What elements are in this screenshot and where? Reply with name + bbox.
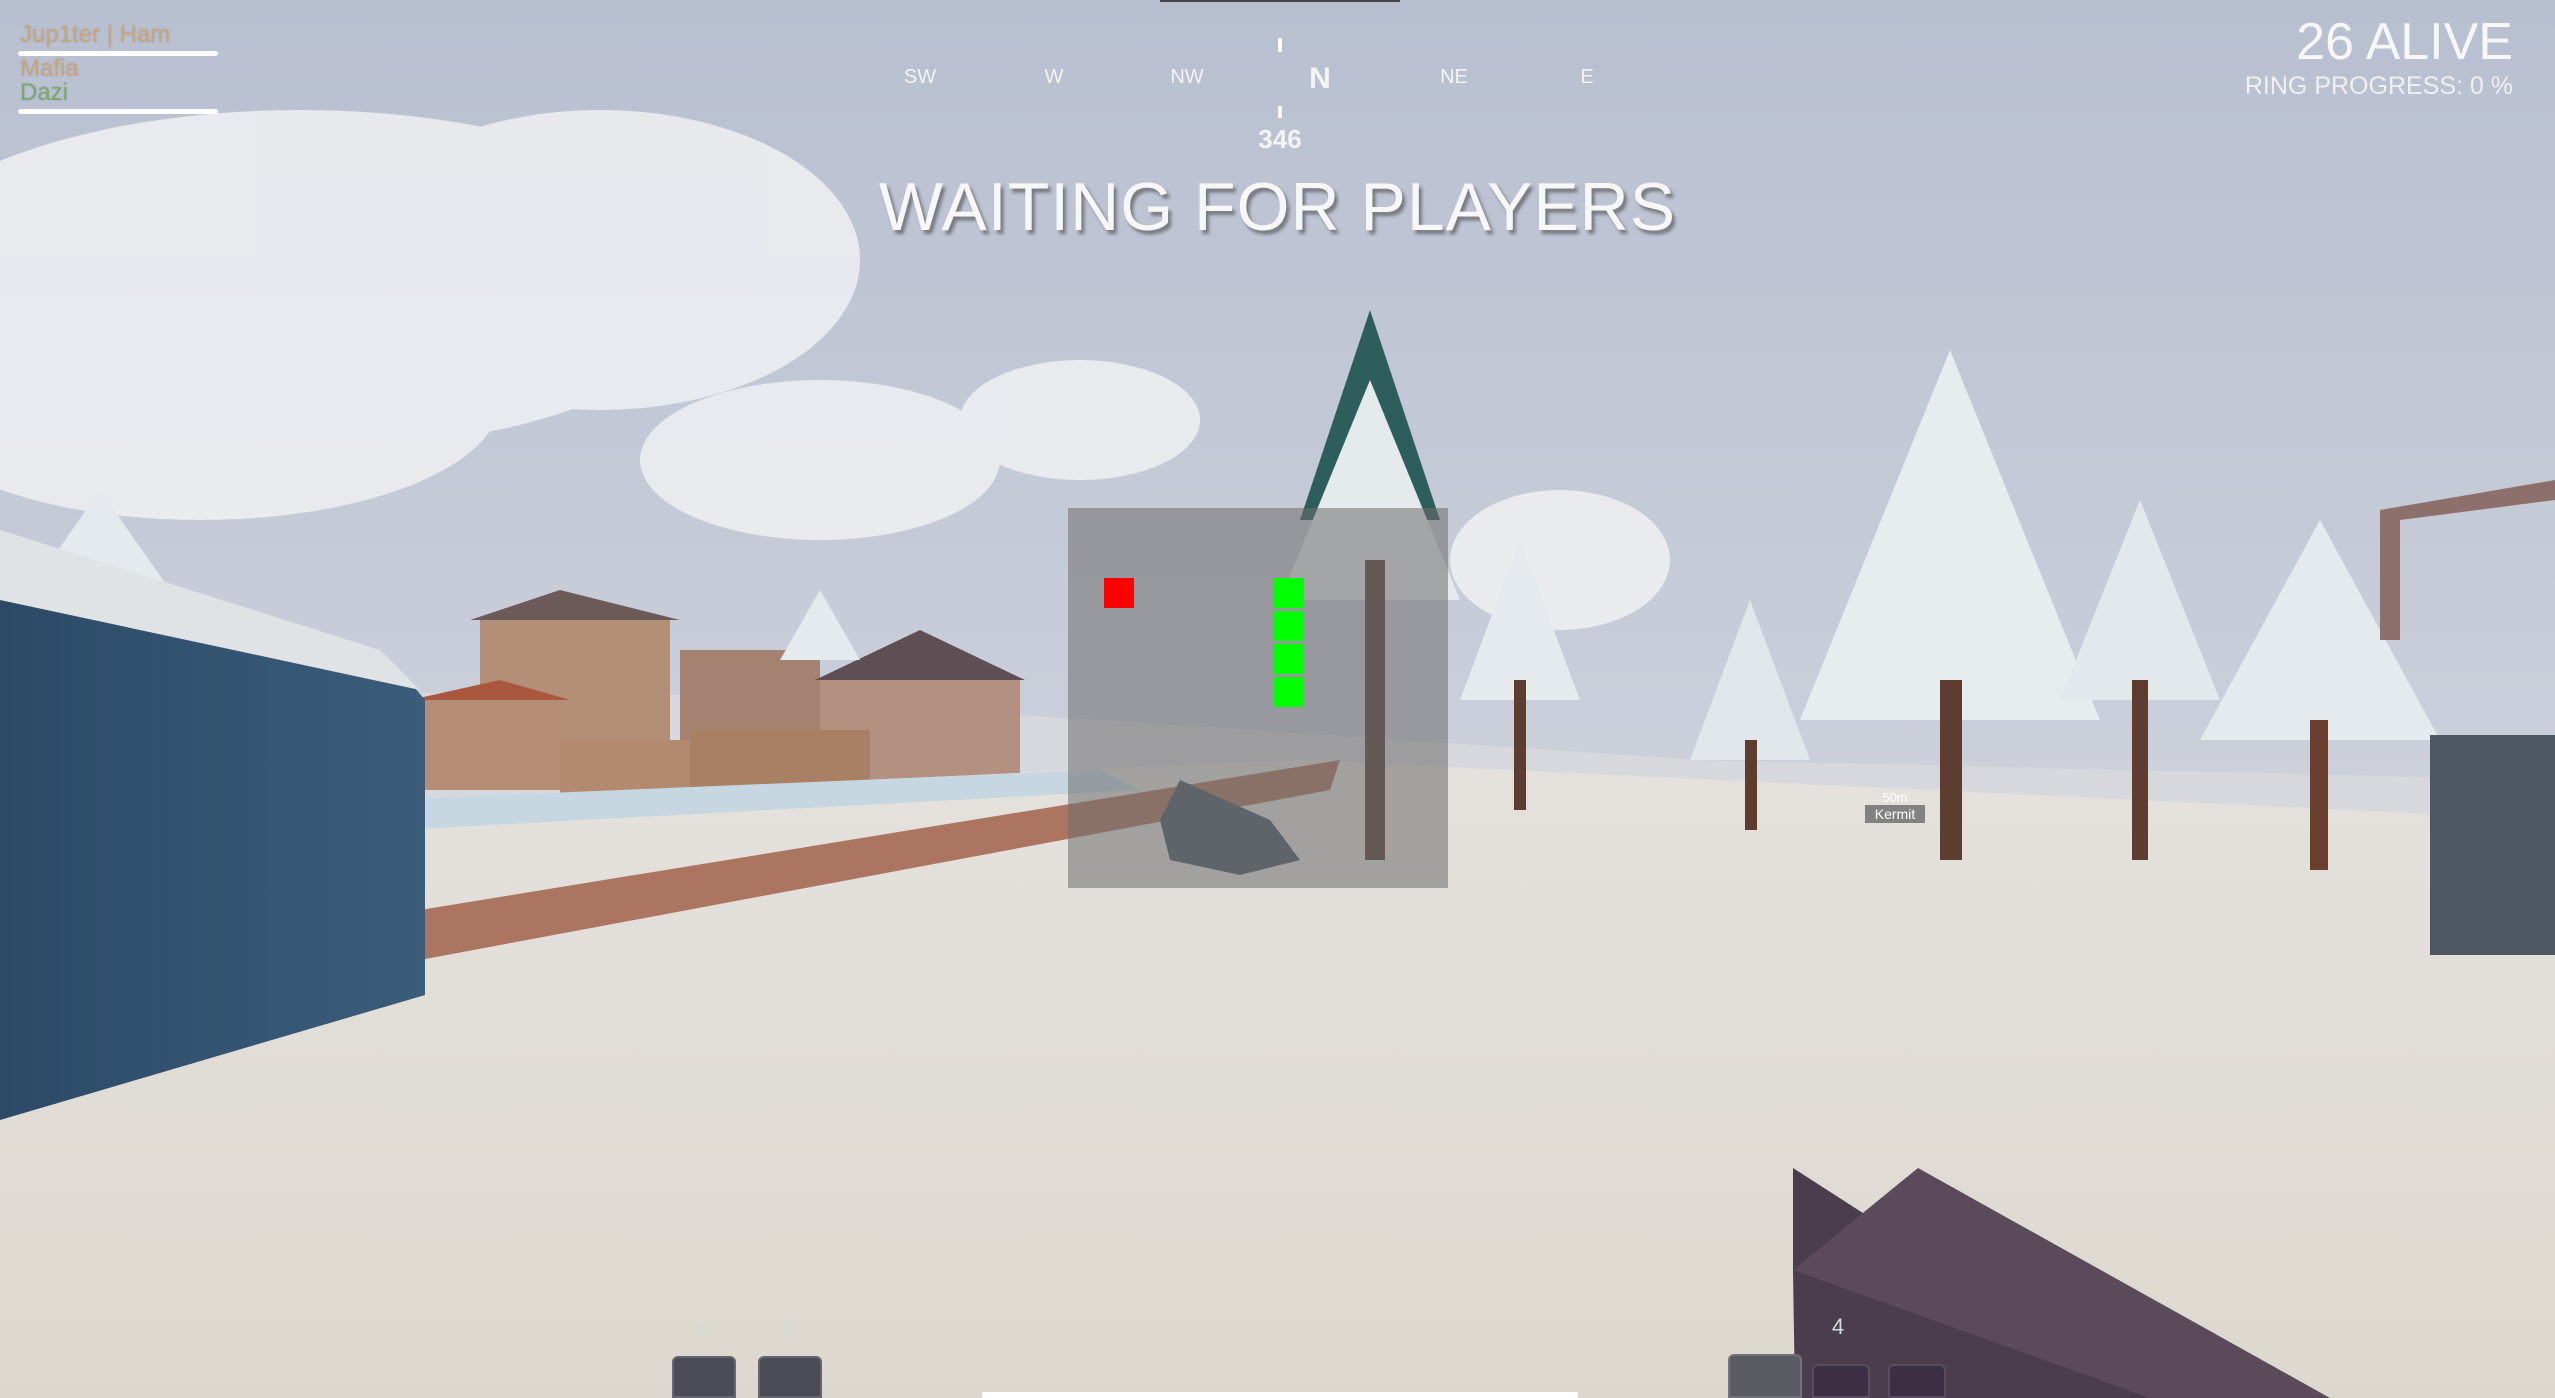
status-banner: WAITING FOR PLAYERS	[878, 169, 1677, 245]
progress-bar	[982, 1392, 1578, 1398]
squad-list: Jup1ter | Ham Mafia Dazi	[18, 18, 225, 134]
hotbar-right: 4	[1728, 1314, 1948, 1398]
hotbar-slot[interactable]	[758, 1356, 822, 1398]
compass-label-sw: SW	[903, 66, 937, 88]
compass-top-line	[1160, 0, 1400, 2]
hotbar-label: 4	[1831, 1314, 1845, 1339]
squad-health-bar	[18, 51, 218, 56]
green-indicator	[1274, 677, 1304, 707]
marker-distance: 50m	[1882, 790, 1908, 805]
hotbar-slot[interactable]	[1888, 1364, 1946, 1398]
hotbar-label: B	[782, 1316, 798, 1341]
green-indicator	[1274, 578, 1304, 608]
player-marker: 50m Kermit	[1865, 790, 1925, 823]
hotbar-slot[interactable]	[672, 1356, 736, 1398]
squad-member-name: Dazi	[20, 79, 69, 106]
compass-tick-icon	[1278, 106, 1282, 118]
overlay-panel	[1068, 508, 1448, 888]
compass-label-n: N	[1309, 62, 1331, 95]
players-alive-count: 26 ALIVE	[2296, 13, 2513, 71]
compass-label-nw: NW	[1170, 66, 1204, 88]
compass-tick-icon	[1278, 38, 1282, 52]
compass: SW W NW N NE E 346	[880, 0, 1680, 160]
hotbar-label: H	[696, 1316, 712, 1341]
hotbar-slot[interactable]	[1812, 1364, 1870, 1398]
squad-member-leader: Jup1ter | Ham Mafia	[18, 18, 225, 82]
green-indicator	[1274, 611, 1304, 641]
ring-progress: RING PROGRESS: 0 %	[2244, 72, 2513, 100]
hotbar-slot-active[interactable]	[1728, 1354, 1802, 1398]
red-indicator	[1104, 578, 1134, 608]
compass-heading: 346	[1258, 124, 1302, 154]
squad-member-teammate: Dazi	[18, 76, 225, 130]
marker-player-name: Kermit	[1865, 805, 1925, 823]
green-indicator	[1274, 644, 1304, 674]
compass-label-ne: NE	[1440, 66, 1468, 88]
squad-health-bar	[18, 109, 218, 114]
hotbar-left: H B	[672, 1316, 822, 1398]
compass-label-w: W	[1044, 66, 1064, 88]
compass-label-e: E	[1580, 66, 1594, 88]
